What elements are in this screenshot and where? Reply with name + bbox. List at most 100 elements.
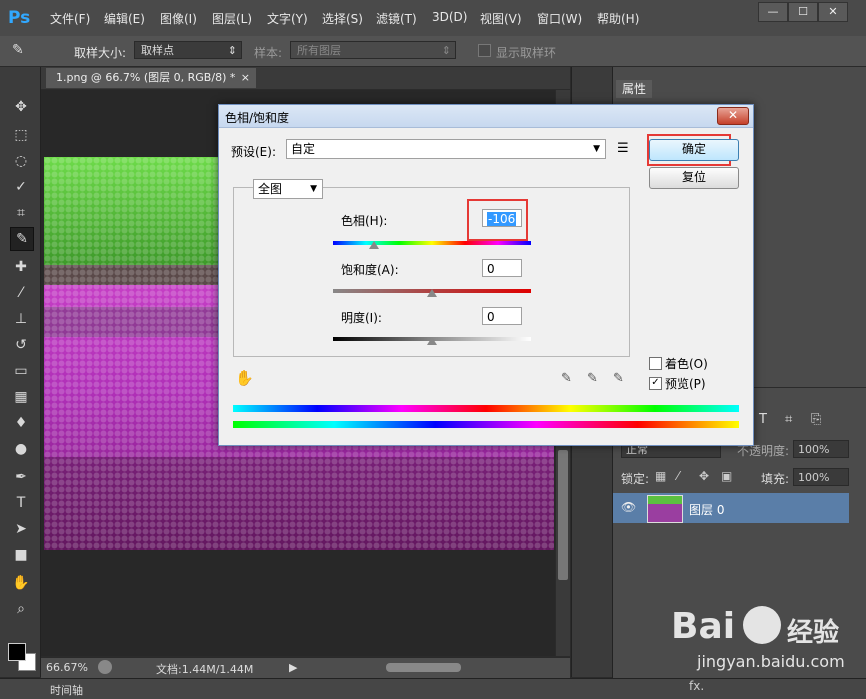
crop-tool-icon[interactable]: ⌗ xyxy=(10,202,32,224)
document-tab[interactable]: 1.png @ 66.7% (图层 0, RGB/8) * × xyxy=(46,68,256,88)
shape-tool-icon[interactable]: ■ xyxy=(10,544,32,566)
history-brush-tool-icon[interactable]: ↺ xyxy=(10,334,32,356)
lock-transparent-icon[interactable]: ▦ xyxy=(655,469,666,483)
lasso-tool-icon[interactable]: ◌ xyxy=(10,150,32,172)
lock-image-icon[interactable]: ⁄ xyxy=(677,469,679,483)
close-tab-icon[interactable]: × xyxy=(241,68,250,88)
quick-select-tool-icon[interactable]: ✓ xyxy=(10,176,32,198)
close-window-button[interactable]: ✕ xyxy=(818,2,848,22)
sample-select[interactable]: 所有图层 ⇕ xyxy=(290,41,456,59)
lock-label: 锁定: xyxy=(621,472,650,486)
menu-type[interactable]: 文字(Y) xyxy=(267,10,308,27)
layer-thumbnail xyxy=(647,495,683,523)
channel-select[interactable]: 全图 ▼ xyxy=(253,179,323,199)
lock-all-icon[interactable]: ▣ xyxy=(721,469,732,483)
path-select-tool-icon[interactable]: ➤ xyxy=(10,518,32,540)
menu-select[interactable]: 选择(S) xyxy=(322,10,363,27)
menu-edit[interactable]: 编辑(E) xyxy=(104,10,145,27)
type-filter-icon[interactable]: T xyxy=(759,412,767,427)
eyedropper-icon[interactable]: ✎ xyxy=(12,42,24,58)
saturation-slider-thumb[interactable] xyxy=(427,289,437,297)
chevron-updown-icon: ⇕ xyxy=(441,44,451,57)
hand-tool-icon[interactable]: ✋ xyxy=(10,572,32,594)
gradient-tool-icon[interactable]: ▦ xyxy=(10,386,32,408)
eyedropper-plus-icon[interactable]: ✎ xyxy=(587,371,598,386)
transform-filter-icon[interactable]: ⌗ xyxy=(785,412,792,427)
menu-bar: Ps 文件(F) 编辑(E) 图像(I) 图层(L) 文字(Y) 选择(S) 滤… xyxy=(0,0,866,37)
lightness-slider-thumb[interactable] xyxy=(427,337,437,345)
menu-view[interactable]: 视图(V) xyxy=(480,10,522,27)
foreground-color-swatch-top xyxy=(8,643,26,661)
output-color-bar xyxy=(233,421,739,428)
preset-options-icon[interactable]: ☰ xyxy=(617,141,629,156)
fx-icon[interactable]: fx. xyxy=(689,679,704,693)
document-info: 文档:1.44M/1.44M xyxy=(156,663,254,676)
preview-checkbox[interactable]: ✓ xyxy=(649,377,662,390)
blur-tool-icon[interactable]: ♦ xyxy=(10,412,32,434)
options-bar: ✎ 取样大小: 取样点 ⇕ 样本: 所有图层 ⇕ 显示取样环 xyxy=(0,36,866,67)
menu-image[interactable]: 图像(I) xyxy=(160,10,197,27)
lightness-value: 0 xyxy=(487,310,495,324)
watermark-brand: Bai xyxy=(671,606,736,647)
sample-size-select[interactable]: 取样点 ⇕ xyxy=(134,41,242,59)
ok-button[interactable]: 确定 xyxy=(649,139,739,161)
lightness-field[interactable]: 0 xyxy=(482,307,522,325)
hue-field[interactable]: -106 xyxy=(482,209,522,227)
move-tool-icon[interactable]: ✥ xyxy=(10,96,32,118)
menu-window[interactable]: 窗口(W) xyxy=(537,10,582,27)
dialog-close-button[interactable]: ✕ xyxy=(717,107,749,125)
eraser-tool-icon[interactable]: ▭ xyxy=(10,360,32,382)
photoshop-logo: Ps xyxy=(8,8,31,28)
dodge-tool-icon[interactable]: ● xyxy=(10,438,32,460)
play-icon[interactable]: ▶ xyxy=(289,661,297,674)
healing-brush-tool-icon[interactable]: ✚ xyxy=(10,256,32,278)
timeline-label[interactable]: 时间轴 xyxy=(50,682,83,698)
share-icon[interactable] xyxy=(98,660,112,674)
menu-file[interactable]: 文件(F) xyxy=(50,10,90,27)
zoom-tool-icon[interactable]: ⌕ xyxy=(10,598,32,620)
lock-position-icon[interactable]: ✥ xyxy=(699,469,709,483)
vertical-scroll-thumb[interactable] xyxy=(558,450,568,580)
fill-field[interactable]: 100% xyxy=(793,468,849,486)
type-tool-icon[interactable]: T xyxy=(10,492,32,514)
menu-help[interactable]: 帮助(H) xyxy=(597,10,639,27)
preset-select[interactable]: 自定 ▼ xyxy=(286,139,606,159)
eyedropper-icon[interactable]: ✎ xyxy=(561,371,572,386)
pen-tool-icon[interactable]: ✒ xyxy=(10,466,32,488)
lightness-label: 明度(I): xyxy=(341,311,382,325)
opacity-value: 100% xyxy=(798,443,830,456)
horizontal-scroll-thumb[interactable] xyxy=(386,663,461,672)
hue-slider-thumb[interactable] xyxy=(368,241,379,249)
menu-filter[interactable]: 滤镜(T) xyxy=(376,10,417,27)
opacity-field[interactable]: 100% xyxy=(793,440,849,458)
layer-row[interactable]: 👁 图层 0 xyxy=(613,493,849,523)
layer-name[interactable]: 图层 0 xyxy=(689,501,724,518)
marquee-tool-icon[interactable]: ⬚ xyxy=(10,124,32,146)
dialog-title-bar[interactable]: 色相/饱和度 ✕ xyxy=(219,105,753,128)
eyedropper-tool-icon[interactable]: ✎ xyxy=(10,227,34,251)
hue-slider-track[interactable] xyxy=(333,241,531,245)
minimize-button[interactable]: — xyxy=(758,2,788,22)
document-tab-title: 1.png @ 66.7% (图层 0, RGB/8) * xyxy=(56,71,236,84)
eyedropper-minus-icon[interactable]: ✎ xyxy=(613,371,624,386)
status-bar: 66.67% 文档:1.44M/1.44M ▶ xyxy=(41,657,570,678)
tab-properties[interactable]: 属性 xyxy=(616,80,653,98)
sample-value: 所有图层 xyxy=(297,44,341,57)
brush-tool-icon[interactable]: ⁄ xyxy=(10,282,32,304)
clone-stamp-tool-icon[interactable]: ⊥ xyxy=(10,308,32,330)
restore-button[interactable]: ☐ xyxy=(788,2,818,22)
zoom-level[interactable]: 66.67% xyxy=(46,661,88,674)
show-ring-label: 显示取样环 xyxy=(496,46,557,60)
saturation-field[interactable]: 0 xyxy=(482,259,522,277)
baidu-jingyan-watermark: Bai 经验 jingyan.baidu.com xyxy=(663,600,866,680)
visibility-eye-icon[interactable]: 👁 xyxy=(621,500,636,514)
colorize-checkbox[interactable] xyxy=(649,357,662,370)
show-ring-checkbox[interactable] xyxy=(478,44,491,57)
adjustment-group xyxy=(233,187,630,357)
targeted-adjustment-hand-icon[interactable]: ✋ xyxy=(235,369,254,387)
menu-layer[interactable]: 图层(L) xyxy=(212,10,252,27)
dialog-title: 色相/饱和度 xyxy=(225,111,290,125)
smart-filter-icon[interactable]: ⎘ xyxy=(811,412,821,427)
menu-3d[interactable]: 3D(D) xyxy=(432,10,467,24)
reset-button[interactable]: 复位 xyxy=(649,167,739,189)
